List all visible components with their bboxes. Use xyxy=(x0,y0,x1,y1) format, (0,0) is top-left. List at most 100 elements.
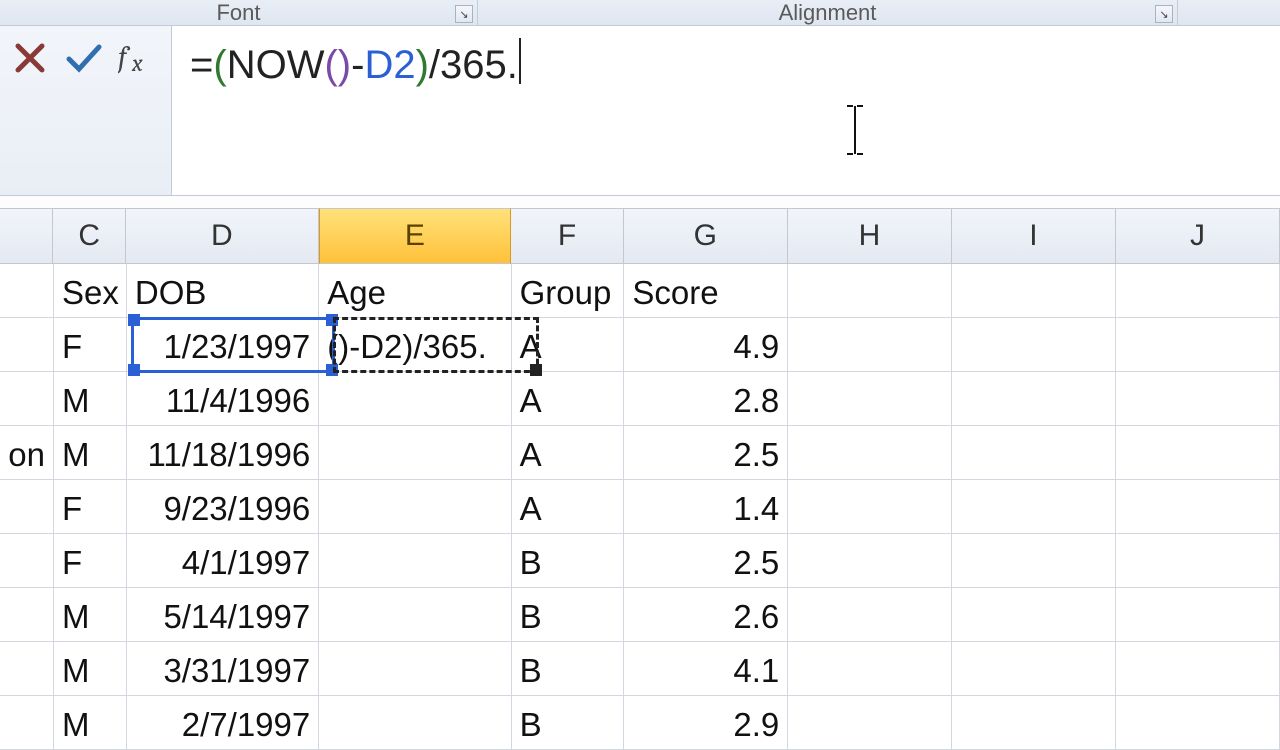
cell[interactable] xyxy=(788,642,952,696)
cell[interactable] xyxy=(1116,426,1280,480)
insert-function-button[interactable]: f x xyxy=(118,36,158,80)
cell[interactable]: B xyxy=(512,642,625,696)
cell[interactable]: 4.1 xyxy=(624,642,788,696)
cell[interactable] xyxy=(952,426,1116,480)
cell[interactable]: F xyxy=(54,318,127,372)
cell[interactable] xyxy=(319,426,511,480)
column-header-blank[interactable] xyxy=(0,208,53,264)
cell[interactable] xyxy=(788,534,952,588)
cell[interactable]: M xyxy=(54,372,127,426)
cell[interactable] xyxy=(0,534,54,588)
column-header-j[interactable]: J xyxy=(1116,208,1280,264)
cell[interactable] xyxy=(952,318,1116,372)
cell[interactable] xyxy=(952,534,1116,588)
alignment-dialog-launcher-icon[interactable] xyxy=(1155,5,1173,23)
cell[interactable] xyxy=(1116,372,1280,426)
cancel-button[interactable] xyxy=(10,36,50,80)
cell[interactable]: DOB xyxy=(127,264,319,318)
cell[interactable]: B xyxy=(512,696,625,750)
cell[interactable]: 2.8 xyxy=(624,372,788,426)
cell[interactable] xyxy=(788,588,952,642)
cell[interactable]: 1.4 xyxy=(624,480,788,534)
cell[interactable]: 3/31/1997 xyxy=(127,642,319,696)
cell[interactable]: 11/18/1996 xyxy=(127,426,319,480)
cell[interactable] xyxy=(952,588,1116,642)
cell[interactable] xyxy=(319,696,511,750)
column-header-c[interactable]: C xyxy=(53,208,126,264)
cell[interactable] xyxy=(952,480,1116,534)
cell[interactable] xyxy=(788,264,952,318)
cell[interactable]: Sex xyxy=(54,264,127,318)
cell[interactable]: 2/7/1997 xyxy=(127,696,319,750)
column-header-d[interactable]: D xyxy=(126,208,319,264)
cell[interactable] xyxy=(952,696,1116,750)
cell[interactable]: 11/4/1996 xyxy=(127,372,319,426)
spreadsheet-grid[interactable]: C D E F G H I J Sex DOB Age Group Score … xyxy=(0,208,1280,750)
cell[interactable] xyxy=(319,534,511,588)
cell[interactable] xyxy=(1116,696,1280,750)
cell[interactable] xyxy=(788,372,952,426)
cell[interactable]: 9/23/1996 xyxy=(127,480,319,534)
cell[interactable] xyxy=(1116,264,1280,318)
cell[interactable]: B xyxy=(512,534,625,588)
formula-token: = xyxy=(190,43,213,87)
cell[interactable]: 2.6 xyxy=(624,588,788,642)
cell[interactable] xyxy=(319,480,511,534)
svg-text:f: f xyxy=(118,41,131,75)
cell[interactable]: 4.9 xyxy=(624,318,788,372)
font-dialog-launcher-icon[interactable] xyxy=(455,5,473,23)
cell[interactable] xyxy=(788,480,952,534)
cell[interactable] xyxy=(319,642,511,696)
cell[interactable] xyxy=(952,372,1116,426)
cell-editing[interactable]: ()-D2)/365. xyxy=(319,318,511,372)
cell[interactable]: M xyxy=(54,642,127,696)
cell[interactable] xyxy=(788,426,952,480)
cell[interactable]: Score xyxy=(624,264,788,318)
cell[interactable]: A xyxy=(512,426,625,480)
cell[interactable] xyxy=(1116,534,1280,588)
cell[interactable]: B xyxy=(512,588,625,642)
cell[interactable]: Group xyxy=(512,264,625,318)
cell[interactable]: 2.9 xyxy=(624,696,788,750)
formula-input[interactable]: =(NOW()-D2)/365. xyxy=(172,26,1280,195)
cell[interactable] xyxy=(0,480,54,534)
cell[interactable] xyxy=(788,318,952,372)
column-header-i[interactable]: I xyxy=(952,208,1116,264)
cell[interactable]: A xyxy=(512,480,625,534)
cell[interactable] xyxy=(0,264,54,318)
cell[interactable] xyxy=(952,642,1116,696)
column-header-h[interactable]: H xyxy=(788,208,952,264)
cell[interactable] xyxy=(319,588,511,642)
cell[interactable] xyxy=(1116,480,1280,534)
cell[interactable]: 5/14/1997 xyxy=(127,588,319,642)
cell[interactable]: M xyxy=(54,588,127,642)
column-header-f[interactable]: F xyxy=(511,208,624,264)
cell[interactable]: F xyxy=(54,480,127,534)
cell[interactable] xyxy=(0,588,54,642)
cell[interactable] xyxy=(0,372,54,426)
column-header-g[interactable]: G xyxy=(624,208,788,264)
cell[interactable]: Age xyxy=(319,264,511,318)
cell[interactable]: 2.5 xyxy=(624,426,788,480)
formula-token: ( xyxy=(213,43,226,87)
cell[interactable] xyxy=(319,372,511,426)
enter-button[interactable] xyxy=(64,36,104,80)
column-header-e[interactable]: E xyxy=(319,208,512,264)
cell[interactable] xyxy=(788,696,952,750)
cell[interactable] xyxy=(1116,588,1280,642)
cell[interactable] xyxy=(1116,318,1280,372)
cell[interactable]: A xyxy=(512,372,625,426)
cell[interactable]: F xyxy=(54,534,127,588)
cell[interactable]: M xyxy=(54,696,127,750)
cell[interactable] xyxy=(0,642,54,696)
cell[interactable]: 4/1/1997 xyxy=(127,534,319,588)
cell[interactable]: M xyxy=(54,426,127,480)
cell[interactable] xyxy=(1116,642,1280,696)
cell[interactable] xyxy=(0,318,54,372)
cell[interactable]: A xyxy=(512,318,625,372)
cell[interactable]: on xyxy=(0,426,54,480)
cell[interactable] xyxy=(952,264,1116,318)
cell[interactable]: 2.5 xyxy=(624,534,788,588)
cell[interactable] xyxy=(0,696,54,750)
cell[interactable]: 1/23/1997 xyxy=(127,318,319,372)
